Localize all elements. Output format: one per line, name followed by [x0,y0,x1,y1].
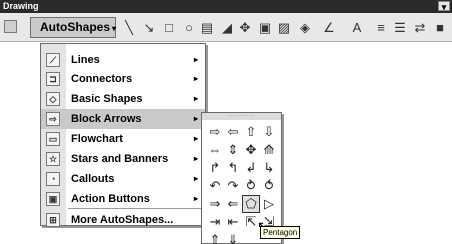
arrow-tool-icon[interactable]: ↘ [141,20,157,35]
block-arrow-shape-icon[interactable]: ⇑ [206,231,224,244]
block-arrow-shape-icon[interactable]: ⇐ [224,195,242,213]
block-arrow-shape-icon[interactable]: ↶ [206,177,224,195]
menu-item-label: Flowchart [71,133,123,145]
menu-item-basic-shapes[interactable]: ◇ Basic Shapes ▸ [41,89,205,109]
block-arrow-shape-icon[interactable]: ⟰ [260,141,278,159]
menu-item-action-buttons[interactable]: ▣ Action Buttons ▸ [41,189,205,209]
block-arrow-shape-icon[interactable]: ✥ [242,141,260,159]
flowchart-icon: ▭ [46,132,60,146]
block-arrow-shape-icon[interactable]: ↲ [242,159,260,177]
menu-item-label: Block Arrows [71,113,142,125]
basic-shapes-icon: ◇ [46,92,60,106]
line-style-tool-icon[interactable]: ≡ [373,20,389,35]
font-color-tool-icon[interactable]: A [349,20,365,35]
menu-item-more-autoshapes[interactable]: ⊞ More AutoShapes... [41,210,205,230]
draw-menu-icon[interactable] [4,20,17,33]
drawing-toolbar-window: Drawing ▾ AutoShapes ▾ ╲ ↘ □ ○ ▤ ◢ ✥ ▣ ▨ ◈ ∠ A ≡ ☰ ⇄ ■ ⟋… [0,0,452,244]
pentagon-shape-icon[interactable]: ⬠ [242,195,260,213]
tooltip: Pentagon [260,226,301,239]
submenu-arrow-icon: ▸ [193,134,198,143]
menu-item-label: Connectors [71,73,133,85]
line-color-tool-icon[interactable]: ∠ [321,20,337,35]
shadow-tool-icon[interactable]: ■ [432,20,448,35]
lines-icon: ⟋ [46,53,60,67]
menu-separator [68,208,202,209]
submenu-arrow-icon: ▸ [193,194,198,203]
line-tool-icon[interactable]: ╲ [121,20,137,35]
diagram-tool-icon[interactable]: ✥ [237,20,253,35]
oval-tool-icon[interactable]: ○ [181,20,197,35]
menu-item-stars-and-banners[interactable]: ☆ Stars and Banners ▸ [41,149,205,169]
picture-tool-icon[interactable]: ▨ [276,20,292,35]
submenu-arrow-icon: ▸ [193,74,198,83]
menu-item-label: More AutoShapes... [71,214,174,226]
menu-item-label: Stars and Banners [71,153,169,165]
toolbar-title: Drawing [3,1,39,11]
menu-item-label: Lines [71,54,100,66]
rectangle-tool-icon[interactable]: □ [161,20,177,35]
autoshapes-menu: ⟋ Lines ▸ ⊐ Connectors ▸ ◇ Basic Shapes ▸ ⇨ Block … [40,43,206,227]
wordart-tool-icon[interactable]: ◢ [219,20,235,35]
block-arrow-shape-icon[interactable]: ↱ [206,159,224,177]
block-arrow-shape-icon[interactable]: ↰ [224,159,242,177]
drawing-toolbar: AutoShapes ▾ ╲ ↘ □ ○ ▤ ◢ ✥ ▣ ▨ ◈ ∠ A ≡ ☰ ⇄ ■ [0,13,452,42]
block-arrow-shape-icon[interactable]: ↳ [260,159,278,177]
menu-item-label: Callouts [71,173,115,185]
block-arrow-shape-icon[interactable]: ⥁ [242,177,260,195]
arrow-style-tool-icon[interactable]: ⇄ [412,20,428,35]
menu-item-label: Action Buttons [71,193,150,205]
submenu-arrow-icon: ▸ [193,154,198,163]
menu-item-flowchart[interactable]: ▭ Flowchart ▸ [41,129,205,149]
menu-item-connectors[interactable]: ⊐ Connectors ▸ [41,69,205,89]
block-arrow-shape-icon[interactable]: ⇩ [260,123,278,141]
block-arrow-shape-icon[interactable]: ⇤ [224,213,242,231]
block-arrow-shape-icon[interactable]: ⇨ [206,123,224,141]
block-arrows-icon: ⇨ [46,112,60,126]
more-autoshapes-icon: ⊞ [46,213,60,227]
block-arrows-submenu: ········· ⇨ ⇦ ⇧ ⇩ ⇔ ⇕ ✥ ⟰ ↱ ↰ ↲ ↳ ↶ ↷ ⥁ ⥀ ⇒ ⇐ ⬠ ▷ ⇥ ⇤ ⇱ ⇲ ⇑ ⇓ [201,112,282,244]
textbox-tool-icon[interactable]: ▤ [199,20,215,35]
clipart-tool-icon[interactable]: ▣ [257,20,273,35]
menu-item-lines[interactable]: ⟋ Lines ▸ [41,50,205,70]
block-arrow-shape-icon[interactable]: ↷ [224,177,242,195]
block-arrow-shape-icon[interactable]: ⇥ [206,213,224,231]
stars-banners-icon: ☆ [46,152,60,166]
toolbar-title-bar[interactable]: Drawing ▾ [0,0,452,13]
callouts-icon: ◔ [46,172,60,186]
fill-color-tool-icon[interactable]: ◈ [297,20,313,35]
menu-item-label: Basic Shapes [71,93,143,105]
block-arrow-shape-icon[interactable]: ⇧ [242,123,260,141]
block-arrow-shape-icon[interactable]: ⇓ [224,231,242,244]
submenu-arrow-icon: ▸ [193,174,198,183]
submenu-arrow-icon: ▸ [193,94,198,103]
block-arrow-shape-icon[interactable]: ⇔ [206,141,224,159]
chevron-down-icon: ▾ [112,24,117,33]
menu-item-callouts[interactable]: ◔ Callouts ▸ [41,169,205,189]
block-arrow-shape-icon[interactable]: ⇒ [206,195,224,213]
autoshapes-button[interactable]: AutoShapes ▾ [30,17,116,38]
dash-style-tool-icon[interactable]: ☰ [392,20,408,35]
action-buttons-icon: ▣ [46,192,60,206]
submenu-drag-handle[interactable]: ········· [202,113,281,120]
submenu-arrow-icon: ▸ [193,55,198,64]
block-arrow-shape-icon[interactable]: ⇦ [224,123,242,141]
block-arrow-shape-icon[interactable]: ⥀ [260,177,278,195]
connectors-icon: ⊐ [46,72,60,86]
block-arrow-shape-icon[interactable]: ⇕ [224,141,242,159]
menu-item-block-arrows[interactable]: ⇨ Block Arrows ▸ [41,109,205,129]
close-icon[interactable]: ▾ [438,1,450,12]
block-arrow-shape-icon[interactable]: ▷ [260,195,278,213]
autoshapes-label: AutoShapes [40,20,111,34]
submenu-arrow-icon: ▸ [193,114,198,123]
